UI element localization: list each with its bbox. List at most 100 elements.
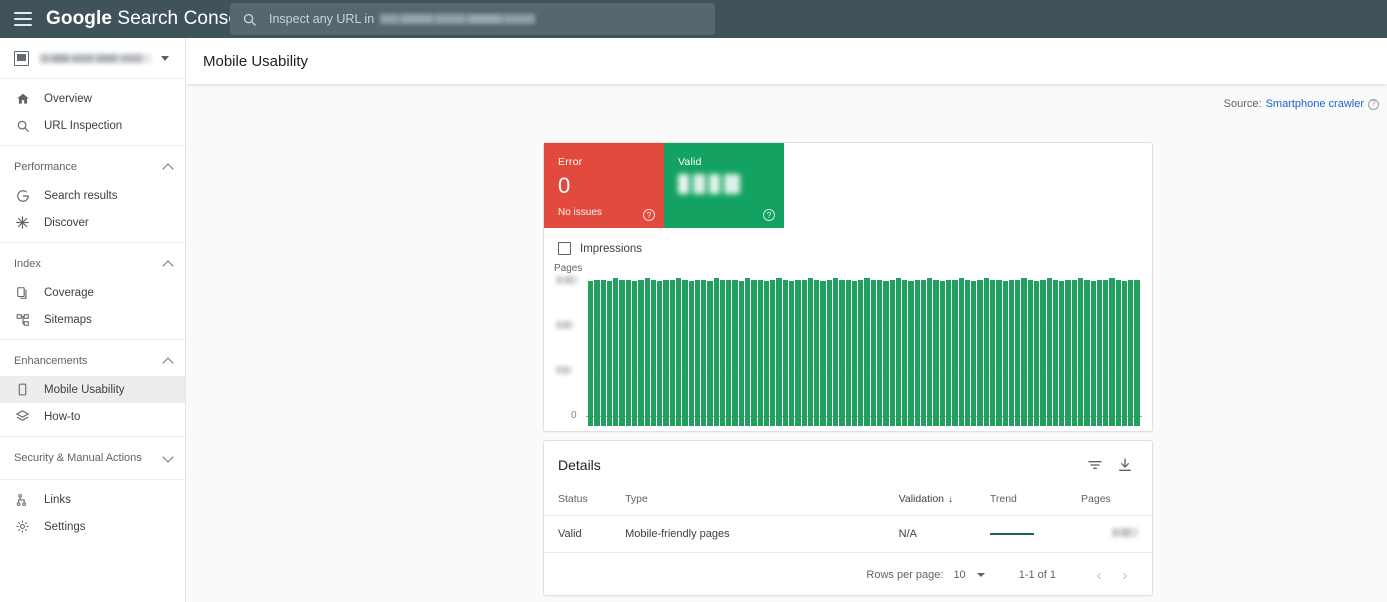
- sidebar-item-overview[interactable]: Overview: [0, 85, 185, 112]
- property-selector[interactable]: [0, 38, 185, 79]
- bar[interactable]: [826, 279, 832, 426]
- bar[interactable]: [650, 279, 657, 426]
- bar[interactable]: [971, 281, 977, 426]
- help-circle-icon[interactable]: ?: [763, 209, 775, 221]
- sidebar-section-performance[interactable]: Performance: [0, 152, 185, 182]
- bar[interactable]: [588, 281, 594, 426]
- checkbox-icon[interactable]: [558, 242, 571, 255]
- status-tile-error[interactable]: Error 0 No issues ?: [544, 143, 664, 228]
- bar[interactable]: [983, 278, 989, 426]
- column-header-trend[interactable]: Trend: [989, 489, 1082, 516]
- bar[interactable]: [600, 279, 606, 426]
- bar[interactable]: [902, 279, 908, 426]
- bar[interactable]: [757, 279, 763, 426]
- bar[interactable]: [606, 281, 613, 426]
- help-circle-icon[interactable]: ?: [1368, 98, 1379, 110]
- bar[interactable]: [895, 278, 902, 426]
- status-tile-valid[interactable]: Valid ?: [664, 143, 784, 228]
- impressions-legend-toggle[interactable]: Impressions: [544, 228, 1152, 255]
- column-header-type[interactable]: Type: [625, 489, 899, 516]
- rows-per-page-select[interactable]: 10: [953, 569, 985, 581]
- chevron-left-icon[interactable]: ‹: [1086, 562, 1112, 588]
- bar[interactable]: [1121, 281, 1128, 426]
- hamburger-icon[interactable]: [14, 12, 32, 26]
- bar[interactable]: [795, 279, 801, 426]
- bar[interactable]: [801, 279, 807, 426]
- bar[interactable]: [845, 279, 851, 426]
- bar[interactable]: [789, 281, 795, 426]
- bar[interactable]: [832, 278, 839, 426]
- help-circle-icon[interactable]: ?: [643, 209, 655, 221]
- bar[interactable]: [952, 279, 958, 426]
- bar[interactable]: [638, 279, 644, 426]
- bar[interactable]: [889, 279, 895, 426]
- bar[interactable]: [908, 281, 914, 426]
- sidebar-section-index[interactable]: Index: [0, 249, 185, 279]
- bar[interactable]: [870, 279, 876, 426]
- bar[interactable]: [807, 278, 814, 426]
- chevron-right-icon[interactable]: ›: [1112, 562, 1138, 588]
- bar[interactable]: [732, 279, 738, 426]
- sidebar-item-search-results[interactable]: Search results: [0, 182, 185, 209]
- bar[interactable]: [763, 281, 770, 426]
- bar[interactable]: [688, 281, 694, 426]
- bar[interactable]: [820, 281, 826, 426]
- bar[interactable]: [594, 279, 600, 426]
- bar[interactable]: [613, 278, 619, 426]
- bar[interactable]: [1033, 281, 1040, 426]
- bar[interactable]: [1065, 279, 1071, 426]
- bar[interactable]: [701, 279, 707, 426]
- bar[interactable]: [927, 278, 933, 426]
- sidebar-section-security-manual-actions[interactable]: Security & Manual Actions: [0, 443, 185, 473]
- search-input[interactable]: Inspect any URL in: [230, 3, 715, 35]
- bar[interactable]: [619, 279, 625, 426]
- sidebar-item-how-to[interactable]: How-to: [0, 403, 185, 430]
- bar[interactable]: [1040, 279, 1046, 426]
- bar[interactable]: [1134, 279, 1140, 426]
- bar[interactable]: [883, 281, 889, 426]
- bar[interactable]: [839, 279, 845, 426]
- bar[interactable]: [964, 279, 971, 426]
- bar[interactable]: [713, 278, 719, 426]
- bar[interactable]: [770, 279, 776, 426]
- bar[interactable]: [745, 278, 751, 426]
- bar[interactable]: [1059, 281, 1065, 426]
- bar[interactable]: [726, 279, 732, 426]
- bar[interactable]: [776, 278, 782, 426]
- sidebar-item-settings[interactable]: Settings: [0, 513, 185, 540]
- bar[interactable]: [851, 281, 858, 426]
- bar[interactable]: [738, 281, 745, 426]
- column-header-pages[interactable]: Pages: [1081, 489, 1152, 516]
- bar[interactable]: [1071, 279, 1077, 426]
- bar[interactable]: [1084, 279, 1090, 426]
- bar[interactable]: [1015, 279, 1021, 426]
- bar[interactable]: [625, 279, 631, 426]
- source-value[interactable]: Smartphone crawler: [1266, 98, 1364, 110]
- bar[interactable]: [694, 279, 701, 426]
- bar[interactable]: [1115, 279, 1121, 426]
- bar[interactable]: [644, 278, 650, 426]
- bar[interactable]: [1109, 278, 1115, 426]
- bar[interactable]: [663, 279, 669, 426]
- bar[interactable]: [977, 279, 983, 426]
- bar[interactable]: [814, 279, 820, 426]
- bar[interactable]: [1090, 281, 1096, 426]
- bar[interactable]: [1021, 278, 1027, 426]
- bar[interactable]: [1103, 279, 1109, 426]
- bar[interactable]: [996, 279, 1002, 426]
- bar[interactable]: [719, 279, 726, 426]
- bar[interactable]: [1008, 279, 1015, 426]
- bar[interactable]: [876, 279, 883, 426]
- download-icon[interactable]: [1112, 452, 1138, 478]
- bar[interactable]: [631, 281, 638, 426]
- sidebar-section-enhancements[interactable]: Enhancements: [0, 346, 185, 376]
- bar[interactable]: [1096, 279, 1103, 426]
- bar[interactable]: [669, 279, 675, 426]
- bar[interactable]: [864, 278, 870, 426]
- bar[interactable]: [1052, 279, 1059, 426]
- bar[interactable]: [657, 281, 663, 426]
- bar[interactable]: [1077, 278, 1084, 426]
- bar[interactable]: [675, 278, 682, 426]
- bar[interactable]: [1046, 278, 1052, 426]
- filter-icon[interactable]: [1082, 452, 1108, 478]
